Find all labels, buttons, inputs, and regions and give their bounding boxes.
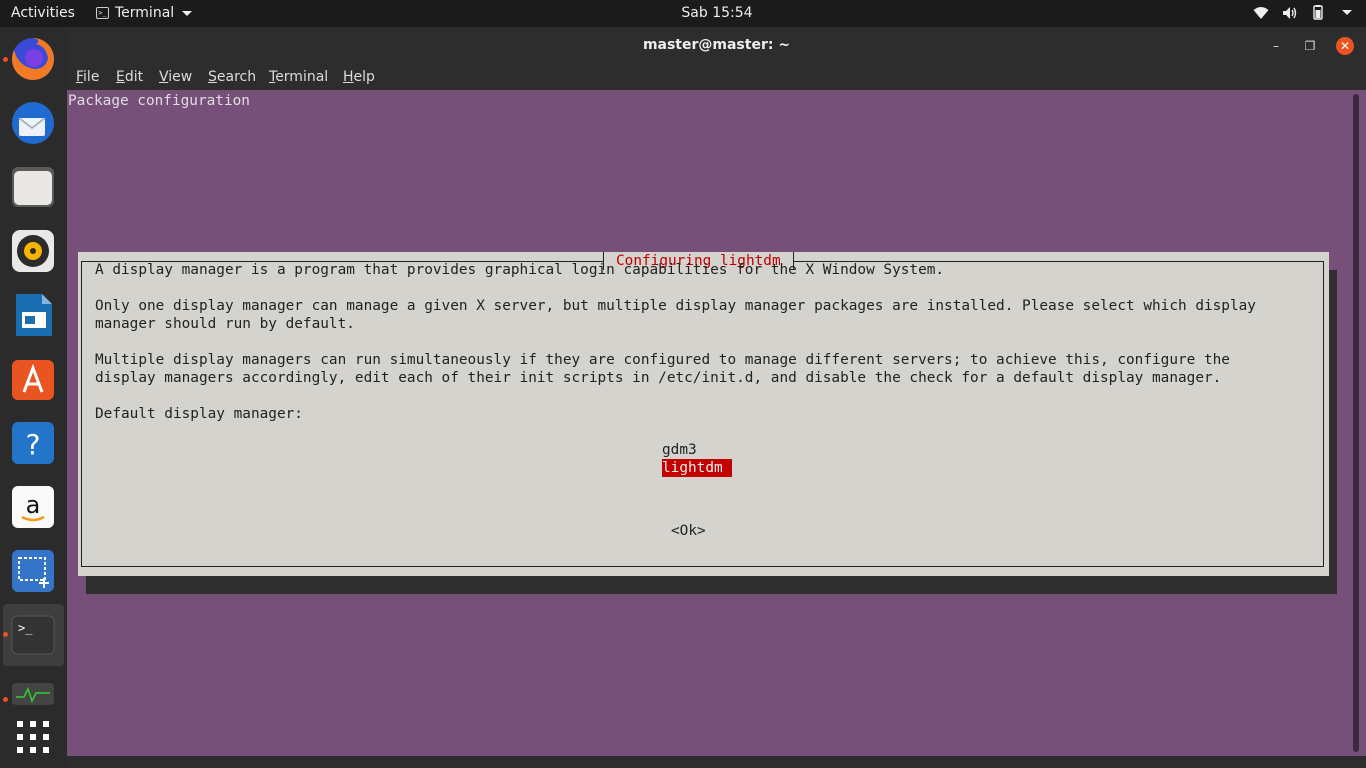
running-indicator (3, 632, 8, 637)
dialog-prompt: Default display manager: (95, 406, 303, 422)
close-icon[interactable]: ✕ (1336, 37, 1354, 55)
top-bar: Activities >_ Terminal Sab 15:54 (0, 0, 1366, 27)
rhythmbox-icon[interactable] (9, 227, 57, 275)
terminal-area[interactable]: Package configuration Configuring lightd… (67, 90, 1346, 756)
svg-text:?: ? (26, 428, 41, 461)
system-monitor-icon[interactable] (9, 675, 57, 705)
menu-help[interactable]: Help (343, 69, 375, 85)
running-indicator (3, 57, 8, 62)
screenshot-icon[interactable] (9, 547, 57, 595)
libreoffice-impress-icon[interactable] (9, 291, 57, 339)
ok-button[interactable]: <Ok> (671, 522, 706, 540)
battery-icon (1313, 5, 1323, 20)
title-bar[interactable]: master@master: ~ – ❐ ✕ (67, 27, 1366, 64)
package-configuration-header: Package configuration (68, 93, 250, 109)
scrollbar-thumb[interactable] (1353, 94, 1359, 752)
clock[interactable]: Sab 15:54 (0, 5, 1366, 21)
show-applications-icon[interactable] (9, 713, 57, 761)
dialog-text-line: A display manager is a program that prov… (95, 262, 945, 278)
svg-text:>_: >_ (18, 621, 33, 635)
dialog-text-line: manager should run by default. (95, 316, 355, 332)
menu-bar: File Edit View Search Terminal Help (67, 64, 1366, 90)
amazon-icon[interactable]: a (9, 483, 57, 531)
dialog-text-line: Multiple display managers can run simult… (95, 352, 1230, 368)
volume-icon (1283, 6, 1297, 19)
files-icon[interactable] (9, 163, 57, 211)
maximize-icon[interactable]: ❐ (1301, 37, 1319, 55)
option-gdm3[interactable]: gdm3 (662, 441, 697, 459)
firefox-icon[interactable] (9, 35, 57, 83)
help-icon[interactable]: ? (9, 419, 57, 467)
system-menu-chevron-icon (1342, 10, 1352, 15)
window-bottom-border (67, 756, 1366, 768)
system-tray[interactable] (1253, 5, 1352, 20)
menu-search[interactable]: Search (208, 69, 256, 85)
debconf-dialog: Configuring lightdm A display manager is… (78, 252, 1329, 576)
menu-file[interactable]: File (76, 69, 99, 85)
option-lightdm[interactable]: lightdm (662, 459, 732, 477)
window-title: master@master: ~ (642, 37, 791, 53)
terminal-icon[interactable]: >_ (9, 611, 57, 659)
menu-terminal[interactable]: Terminal (269, 69, 328, 85)
scrollbar[interactable] (1346, 90, 1366, 756)
ubuntu-software-icon[interactable] (9, 355, 57, 403)
terminal-window: master@master: ~ – ❐ ✕ File Edit View Se… (67, 27, 1366, 768)
dock: ? a >_ (0, 27, 67, 768)
menu-view[interactable]: View (159, 69, 192, 85)
menu-edit[interactable]: Edit (116, 69, 143, 85)
thunderbird-icon[interactable] (9, 99, 57, 147)
dialog-text-line: display managers accordingly, edit each … (95, 370, 1222, 386)
minimize-icon[interactable]: – (1267, 37, 1285, 55)
running-indicator (3, 697, 8, 702)
wifi-icon (1253, 6, 1269, 19)
dialog-text-line: Only one display manager can manage a gi… (95, 298, 1256, 314)
svg-text:a: a (26, 491, 41, 519)
